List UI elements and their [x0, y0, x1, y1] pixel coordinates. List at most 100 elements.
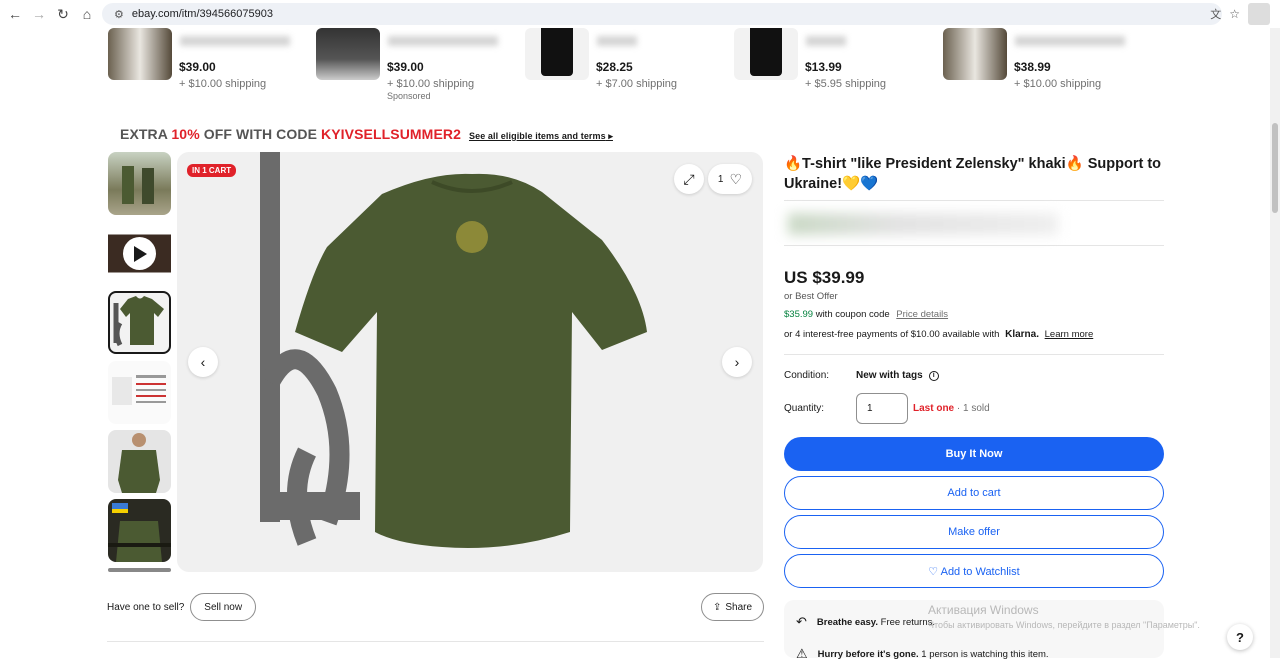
make-offer-button[interactable]: Make offer: [784, 515, 1164, 549]
returns-bold: Breathe easy.: [816, 616, 878, 628]
share-icon: ⇪: [713, 601, 722, 613]
klarna-line: or 4 interest-free payments of $10.00 av…: [784, 329, 1093, 340]
gallery-thumb-selected[interactable]: [108, 291, 171, 354]
black-shirt-image: [541, 28, 573, 76]
scrollbar-thumb[interactable]: [1272, 123, 1278, 213]
share-label: Share: [725, 601, 753, 613]
url-text: ebay.com/itm/394566075903: [131, 8, 273, 20]
model-photo: [118, 433, 160, 493]
rec-title-blur: [180, 36, 290, 46]
page-scrollbar[interactable]: [1270, 28, 1280, 658]
seller-info-blurred[interactable]: [784, 200, 1164, 246]
windows-activation-title: Активация Windows: [928, 603, 1039, 617]
share-button[interactable]: ⇪ Share: [701, 593, 765, 621]
info-icon[interactable]: i: [928, 370, 939, 381]
rec-shipping: + $10.00 shipping: [1014, 78, 1102, 90]
recommendations-strip: $39.00 + $10.00 shipping $39.00 + $10.00…: [0, 28, 1270, 108]
site-info-icon[interactable]: ⚙: [114, 8, 124, 21]
promo-percent: 10%: [171, 126, 200, 142]
browser-toolbar: ← → ↻ ⌂ ⚙ ebay.com/itm/394566075903 文 ☆: [0, 0, 1280, 28]
rec-title-blur: [388, 36, 498, 46]
hurry-row: ⚠ Hurry before it's gone. 1 person is wa…: [796, 646, 1049, 662]
promo-middle: OFF WITH CODE: [199, 126, 322, 142]
quantity-input[interactable]: 1: [856, 393, 908, 424]
help-button[interactable]: ?: [1227, 624, 1253, 650]
rec-sponsored: Sponsored: [387, 91, 431, 101]
seller-blur-block: [788, 213, 1058, 235]
rec-price: $39.00: [179, 60, 216, 74]
promo-banner: EXTRA 10% OFF WITH CODE KYIVSELLSUMMER2 …: [120, 126, 613, 142]
watch-count-button[interactable]: 1 ♡: [707, 164, 752, 194]
price-details-link[interactable]: Price details: [896, 309, 948, 320]
shirt-thumb-image: [113, 296, 164, 347]
coupon-text: with coupon code: [813, 309, 890, 320]
sell-prompt: Have one to sell?: [107, 601, 185, 613]
gallery-thumb-video[interactable]: [108, 222, 171, 285]
reload-icon[interactable]: ↻: [52, 3, 74, 25]
condition-value: New with tags i: [856, 370, 939, 381]
in-cart-badge: IN 1 CART: [187, 164, 237, 177]
address-bar[interactable]: ⚙ ebay.com/itm/394566075903: [102, 3, 1222, 25]
rec-shipping: + $5.95 shipping: [805, 78, 887, 90]
rec-image: [108, 28, 172, 80]
play-icon: [123, 237, 156, 270]
rec-image: [943, 28, 1007, 80]
returns-text: Free returns.: [878, 616, 936, 628]
rec-price: $13.99: [805, 60, 842, 74]
divider: [784, 354, 1164, 355]
rec-shipping: + $10.00 shipping: [387, 78, 475, 90]
rec-image: [734, 28, 798, 80]
forward-arrow-icon[interactable]: →: [28, 3, 50, 25]
gallery-thumb-partial[interactable]: [108, 568, 171, 572]
promo-terms-link[interactable]: See all eligible items and terms ▸: [469, 131, 613, 141]
black-shirt-image: [750, 28, 782, 76]
buy-it-now-button[interactable]: Buy It Now: [784, 437, 1164, 471]
home-icon[interactable]: ⌂: [76, 3, 98, 25]
gallery-thumb[interactable]: [108, 152, 171, 215]
next-image-chevron-icon[interactable]: ›: [722, 347, 752, 377]
soldiers-photo: [122, 166, 154, 204]
sell-row: Have one to sell? Sell now: [107, 593, 257, 621]
rec-title-blur: [1015, 36, 1125, 46]
add-to-watchlist-button[interactable]: ♡ Add to Watchlist: [784, 554, 1164, 588]
returns-row: ↶ Breathe easy. Free returns.: [796, 614, 935, 630]
rec-price: $38.99: [1014, 60, 1051, 74]
promo-code: KYIVSELLSUMMER2: [321, 126, 461, 142]
rec-title-blur: [806, 36, 846, 46]
stock-status: Last one · 1 sold: [913, 403, 990, 414]
prev-image-chevron-icon[interactable]: ‹: [188, 347, 218, 377]
promo-terms-text: See all eligible items and terms: [468, 131, 606, 141]
promo-prefix: EXTRA: [120, 126, 172, 142]
condition-text: New with tags: [856, 370, 923, 381]
toolbar-right: 文 ☆: [1210, 3, 1270, 25]
gallery-thumb[interactable]: [108, 361, 171, 424]
gallery-thumb[interactable]: [108, 430, 171, 493]
back-arrow-icon[interactable]: ←: [4, 3, 26, 25]
divider: [107, 641, 764, 642]
condition-label: Condition:: [784, 370, 830, 381]
expand-icon[interactable]: ⤢: [674, 164, 704, 194]
sold-count: · 1 sold: [954, 403, 990, 414]
play-triangle: [133, 245, 147, 262]
main-product-image[interactable]: IN 1 CART ⤢ 1 ♡ ‹ ›: [177, 152, 763, 572]
watch-count: 1: [717, 173, 724, 185]
coupon-line: $35.99 with coupon code Price details: [784, 309, 948, 320]
klarna-brand: Klarna.: [1005, 329, 1039, 340]
item-price: US $39.99: [784, 268, 865, 287]
add-to-cart-button[interactable]: Add to cart: [784, 476, 1164, 510]
profile-avatar[interactable]: [1248, 3, 1270, 25]
item-title: 🔥T-shirt "like President Zelensky" khaki…: [784, 156, 1161, 192]
gallery-thumb[interactable]: [108, 499, 171, 562]
model-ukraine-photo: [108, 503, 171, 562]
rec-title-blur: [597, 36, 637, 46]
rec-image: [525, 28, 589, 80]
rec-shipping: + $10.00 shipping: [179, 78, 267, 90]
sell-now-button[interactable]: Sell now: [190, 593, 257, 621]
bookmark-star-icon[interactable]: ☆: [1229, 7, 1240, 21]
translate-icon[interactable]: 文: [1210, 6, 1221, 22]
rec-price: $39.00: [387, 60, 424, 74]
product-photo: [260, 152, 647, 548]
rec-shipping: + $7.00 shipping: [596, 78, 678, 90]
size-chart-thumb: [112, 375, 166, 405]
learn-more-link[interactable]: Learn more: [1045, 329, 1094, 340]
